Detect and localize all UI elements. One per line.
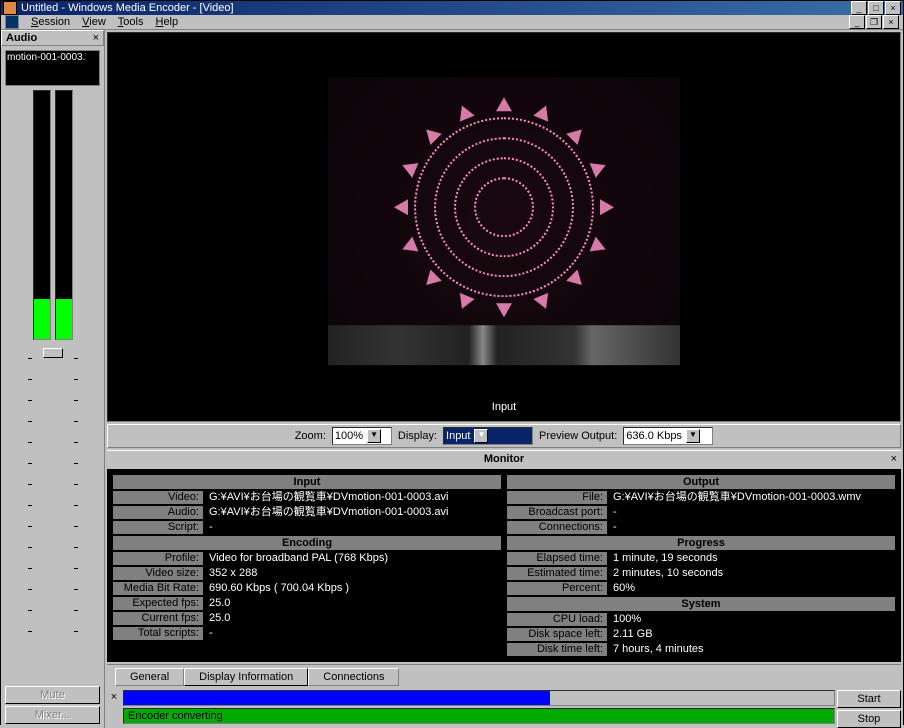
elapsed-row: Elapsed time:1 minute, 19 seconds xyxy=(507,552,895,565)
menu-help[interactable]: Help xyxy=(149,16,184,28)
output-file-row: File:G:¥AVI¥お台場の観覧車¥DVmotion-001-0003.wm… xyxy=(507,491,895,504)
status-close-icon[interactable]: × xyxy=(107,690,121,726)
volume-slider[interactable] xyxy=(28,348,78,632)
audio-meter-right xyxy=(55,90,73,340)
mdi-restore-button[interactable]: ❐ xyxy=(866,15,882,29)
monitor-panel: Input Video:G:¥AVI¥お台場の観覧車¥DVmotion-001-… xyxy=(107,469,901,662)
video-frame xyxy=(328,77,680,365)
mdi-icon[interactable] xyxy=(5,15,19,29)
input-section-header: Input xyxy=(113,475,501,489)
statusbar: × Encoder converting Start Stop xyxy=(105,688,903,728)
system-section-header: System xyxy=(507,597,895,611)
input-script-row: Script:- xyxy=(113,521,501,534)
display-combo[interactable]: Input▼ xyxy=(443,427,533,445)
connections-row: Connections:- xyxy=(507,521,895,534)
mute-button[interactable]: Mute xyxy=(5,686,100,704)
chevron-down-icon[interactable]: ▼ xyxy=(367,429,381,443)
total-scripts-row: Total scripts:- xyxy=(113,627,501,640)
mdi-close-button[interactable]: × xyxy=(883,15,899,29)
zoom-label: Zoom: xyxy=(295,430,326,442)
encoding-section-header: Encoding xyxy=(113,536,501,550)
tab-connections[interactable]: Connections xyxy=(308,668,399,686)
preview-output-combo[interactable]: 636.0 Kbps▼ xyxy=(623,427,713,445)
status-text: Encoder converting xyxy=(123,708,835,724)
stop-button[interactable]: Stop xyxy=(837,710,901,728)
titlebar[interactable]: Untitled - Windows Media Encoder - [Vide… xyxy=(1,1,903,15)
chevron-down-icon[interactable]: ▼ xyxy=(474,429,488,443)
monitor-header: Monitor × xyxy=(107,450,901,467)
menu-view[interactable]: View xyxy=(76,16,112,28)
menubar: Session View Tools Help _ ❐ × xyxy=(1,15,903,30)
audio-panel-header: Audio × xyxy=(1,30,104,46)
slider-handle[interactable] xyxy=(43,348,63,358)
audio-meter-left xyxy=(33,90,51,340)
audio-panel: Audio × motion-001-0003. Mute Mixer... xyxy=(1,30,105,728)
display-label: Display: xyxy=(398,430,437,442)
app-icon xyxy=(3,1,17,15)
broadcast-port-row: Broadcast port:- xyxy=(507,506,895,519)
estimated-row: Estimated time:2 minutes, 10 seconds xyxy=(507,567,895,580)
current-fps-row: Current fps:25.0 xyxy=(113,612,501,625)
video-size-row: Video size:352 x 288 xyxy=(113,567,501,580)
tab-display-information[interactable]: Display Information xyxy=(184,668,308,686)
monitor-tabs: General Display Information Connections xyxy=(107,664,901,686)
disk-space-row: Disk space left:2.11 GB xyxy=(507,628,895,641)
chevron-down-icon[interactable]: ▼ xyxy=(686,429,700,443)
expected-fps-row: Expected fps:25.0 xyxy=(113,597,501,610)
disk-time-row: Disk time left:7 hours, 4 minutes xyxy=(507,643,895,656)
mdi-minimize-button[interactable]: _ xyxy=(849,15,865,29)
preview-controls: Zoom: 100%▼ Display: Input▼ Preview Outp… xyxy=(107,424,901,448)
video-preview: Input xyxy=(107,32,901,422)
audio-source-thumb[interactable]: motion-001-0003. xyxy=(5,50,100,86)
progress-bar xyxy=(123,690,835,706)
menu-session[interactable]: Session xyxy=(25,16,76,28)
start-button[interactable]: Start xyxy=(837,690,901,708)
zoom-combo[interactable]: 100%▼ xyxy=(332,427,392,445)
audio-panel-close-icon[interactable]: × xyxy=(93,32,99,44)
profile-row: Profile:Video for broadband PAL (768 Kbp… xyxy=(113,552,501,565)
input-video-row: Video:G:¥AVI¥お台場の観覧車¥DVmotion-001-0003.a… xyxy=(113,491,501,504)
input-audio-row: Audio:G:¥AVI¥お台場の観覧車¥DVmotion-001-0003.a… xyxy=(113,506,501,519)
percent-row: Percent:60% xyxy=(507,582,895,595)
mixer-button[interactable]: Mixer... xyxy=(5,706,100,724)
progress-section-header: Progress xyxy=(507,536,895,550)
monitor-close-icon[interactable]: × xyxy=(891,453,897,465)
close-button[interactable]: × xyxy=(885,1,901,15)
tab-general[interactable]: General xyxy=(115,668,184,686)
cpu-row: CPU load:100% xyxy=(507,613,895,626)
preview-output-label: Preview Output: xyxy=(539,430,617,442)
bitrate-row: Media Bit Rate:690.60 Kbps ( 700.04 Kbps… xyxy=(113,582,501,595)
minimize-button[interactable]: _ xyxy=(851,1,867,15)
window-title: Untitled - Windows Media Encoder - [Vide… xyxy=(21,2,850,14)
video-label: Input xyxy=(492,401,516,413)
menu-tools[interactable]: Tools xyxy=(112,16,150,28)
output-section-header: Output xyxy=(507,475,895,489)
maximize-button[interactable]: □ xyxy=(868,1,884,15)
